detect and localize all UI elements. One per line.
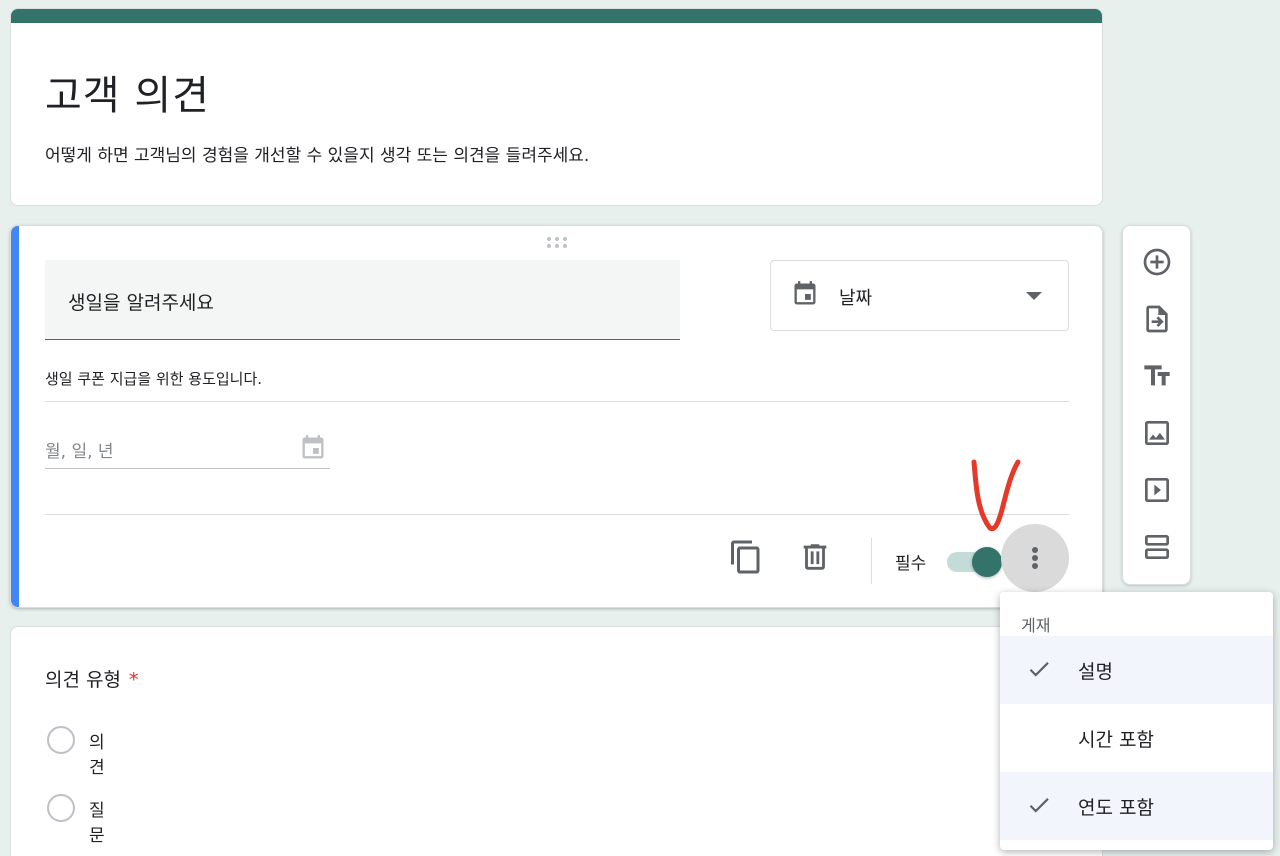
calendar-icon [302,435,324,459]
trash-icon[interactable] [798,539,832,575]
radio-option-label: 의견 [89,733,105,778]
import-questions-icon[interactable] [1141,303,1173,335]
add-title-icon[interactable] [1141,360,1173,392]
drag-handle-icon[interactable] [547,236,571,250]
menu-item-include-time[interactable]: 시간 포함 [1000,704,1273,772]
description-underline [45,401,1069,402]
add-video-icon[interactable] [1141,474,1173,506]
radio-button[interactable] [47,726,75,754]
more-options-menu: 게재 설명 시간 포함 연도 포함 [1000,592,1273,850]
menu-item-description[interactable]: 설명 [1000,636,1273,704]
form-header-card[interactable]: 고객 의견 어떻게 하면 고객님의 경험을 개선할 수 있을지 생각 또는 의견… [10,8,1103,206]
question-type-label: 날짜 [839,288,873,309]
required-asterisk: * [128,669,139,691]
menu-item-label: 시간 포함 [1078,729,1154,751]
question-card-birthday[interactable]: 생일을 알려주세요 날짜 생일 쿠폰 지급을 위한 용도입니다. 월, 일, 년… [10,225,1103,608]
question-toolbar [1122,225,1191,585]
form-title[interactable]: 고객 의견 [45,63,210,121]
form-description[interactable]: 어떻게 하면 고객님의 경험을 개선할 수 있을지 생각 또는 의견을 들려주세… [45,141,589,166]
more-options-button[interactable] [1001,524,1069,592]
calendar-icon [794,281,816,305]
toggle-knob [972,547,1002,577]
question-title-text: 의견 유형 [45,669,121,691]
add-section-icon[interactable] [1141,531,1173,563]
theme-color-bar [11,9,1102,23]
active-question-indicator [11,226,19,607]
vertical-divider [871,538,872,584]
footer-divider [45,514,1069,515]
question-description[interactable]: 생일 쿠폰 지급을 위한 용도입니다. [45,368,262,389]
menu-item-label: 연도 포함 [1078,797,1154,819]
question-title-input[interactable]: 생일을 알려주세요 [45,260,680,340]
duplicate-icon[interactable] [728,539,764,575]
menu-section-header: 게재 [1021,616,1051,635]
red-check-annotation [971,459,1021,532]
dropdown-arrow-icon [1026,292,1042,300]
required-toggle[interactable] [947,547,1003,577]
check-icon [1029,662,1049,677]
add-question-icon[interactable] [1141,246,1173,278]
required-label: 필수 [895,554,927,574]
menu-item-include-year[interactable]: 연도 포함 [1000,772,1273,840]
question-title: 의견 유형 * [45,665,138,692]
question-type-dropdown[interactable]: 날짜 [770,260,1069,331]
add-image-icon[interactable] [1141,417,1173,449]
question-card-feedback-type[interactable]: 의견 유형 * 의견 질문 [10,626,1103,856]
date-answer-field: 월, 일, 년 [45,429,330,469]
radio-option-label: 질문 [89,801,105,846]
check-icon [1029,798,1049,813]
radio-button[interactable] [47,794,75,822]
date-placeholder: 월, 일, 년 [45,442,114,462]
menu-item-label: 설명 [1078,661,1113,683]
